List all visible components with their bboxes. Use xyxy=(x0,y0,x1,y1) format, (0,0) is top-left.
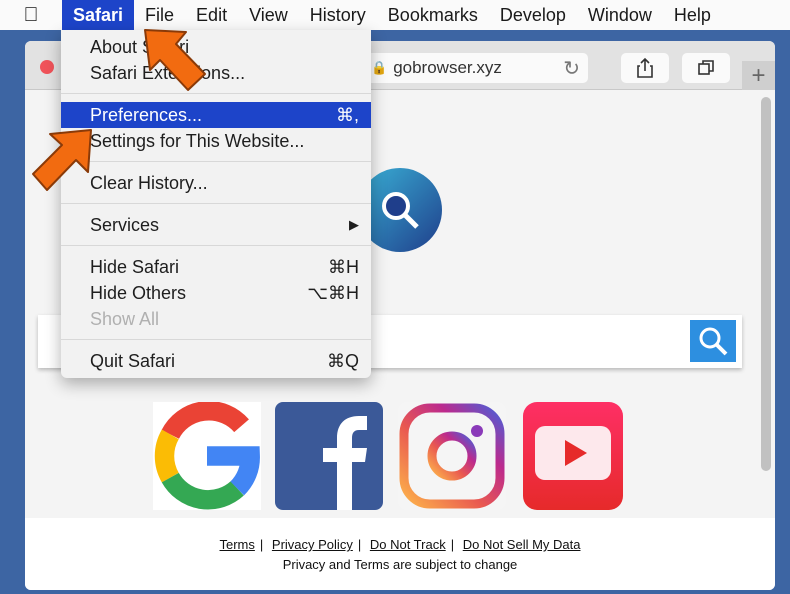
magnifier-logo-icon xyxy=(382,192,419,229)
facebook-icon[interactable] xyxy=(275,402,383,510)
footer-note: Privacy and Terms are subject to change xyxy=(282,557,518,572)
menu-item-about[interactable]: About Safari xyxy=(61,34,371,60)
label: Quit Safari xyxy=(90,351,176,371)
divider xyxy=(61,93,371,94)
menu-item-extensions[interactable]: Safari Extensions... xyxy=(61,60,371,86)
menu-item-site-settings[interactable]: Settings for This Website... xyxy=(61,128,371,154)
menu-develop[interactable]: Develop xyxy=(489,0,577,30)
menu-item-preferences[interactable]: Preferences... ⌘, xyxy=(61,102,371,128)
tabs-icon xyxy=(698,60,714,75)
menu-item-hide-safari[interactable]: Hide Safari ⌘H xyxy=(61,254,371,280)
do-not-sell-link[interactable]: Do Not Sell My Data xyxy=(463,537,581,552)
shortcut: ⌘Q xyxy=(326,351,359,371)
close-window-button[interactable] xyxy=(40,60,54,74)
do-not-track-link[interactable]: Do Not Track xyxy=(370,537,446,552)
label: Safari Extensions... xyxy=(90,63,246,83)
menu-item-hide-others[interactable]: Hide Others ⌥⌘H xyxy=(61,280,371,306)
privacy-policy-link[interactable]: Privacy Policy xyxy=(272,537,353,552)
label: About Safari xyxy=(90,37,190,57)
new-tab-button[interactable]: + xyxy=(742,61,775,90)
menu-edit[interactable]: Edit xyxy=(185,0,238,30)
terms-link[interactable]: Terms xyxy=(220,537,255,552)
shortcut: ⌘, xyxy=(335,105,359,125)
divider xyxy=(61,245,371,246)
menu-view[interactable]: View xyxy=(238,0,299,30)
menu-item-clear-history[interactable]: Clear History... xyxy=(61,170,371,196)
menu-item-show-all: Show All xyxy=(61,306,371,332)
label: Services xyxy=(90,215,160,235)
tabs-overview-button[interactable] xyxy=(682,53,730,83)
divider xyxy=(61,339,371,340)
separator: | xyxy=(259,537,264,552)
apple-menu-icon[interactable]:  xyxy=(0,0,62,30)
reload-icon[interactable]: ↻ xyxy=(563,56,580,81)
google-icon[interactable] xyxy=(153,402,261,510)
share-button[interactable] xyxy=(621,53,669,83)
menu-bookmarks[interactable]: Bookmarks xyxy=(377,0,489,30)
shortcut: ⌘H xyxy=(328,257,359,277)
menu-window[interactable]: Window xyxy=(577,0,663,30)
label: Preferences... xyxy=(90,105,203,125)
search-button[interactable] xyxy=(690,320,736,362)
submenu-arrow-icon: ▶ xyxy=(349,217,359,232)
separator: | xyxy=(357,537,362,552)
label: Clear History... xyxy=(90,173,208,193)
share-icon xyxy=(637,57,653,78)
menu-bar:  Safari File Edit View History Bookmark… xyxy=(0,0,790,30)
label: Settings for This Website... xyxy=(90,131,305,151)
label: Hide Others xyxy=(90,283,187,303)
label: Show All xyxy=(90,309,160,329)
divider xyxy=(61,203,371,204)
menu-item-services[interactable]: Services ▶ xyxy=(61,212,371,238)
search-icon xyxy=(699,327,728,356)
scrollbar[interactable] xyxy=(761,97,771,471)
menu-history[interactable]: History xyxy=(299,0,377,30)
shortcut: ⌥⌘H xyxy=(307,283,359,303)
instagram-icon[interactable] xyxy=(398,402,506,510)
menu-help[interactable]: Help xyxy=(663,0,722,30)
menu-item-quit[interactable]: Quit Safari ⌘Q xyxy=(61,348,371,374)
divider xyxy=(61,161,371,162)
label: Hide Safari xyxy=(90,257,180,277)
lock-icon: 🔒 xyxy=(371,60,388,75)
youtube-icon[interactable] xyxy=(523,402,623,510)
safari-dropdown-menu: About Safari Safari Extensions... Prefer… xyxy=(61,30,371,378)
url-text: gobrowser.xyz xyxy=(393,58,502,77)
footer: Terms | Privacy Policy | Do Not Track | Do … xyxy=(25,518,775,590)
menu-file[interactable]: File xyxy=(134,0,185,30)
menu-safari[interactable]: Safari xyxy=(62,0,135,30)
separator: | xyxy=(450,537,455,552)
